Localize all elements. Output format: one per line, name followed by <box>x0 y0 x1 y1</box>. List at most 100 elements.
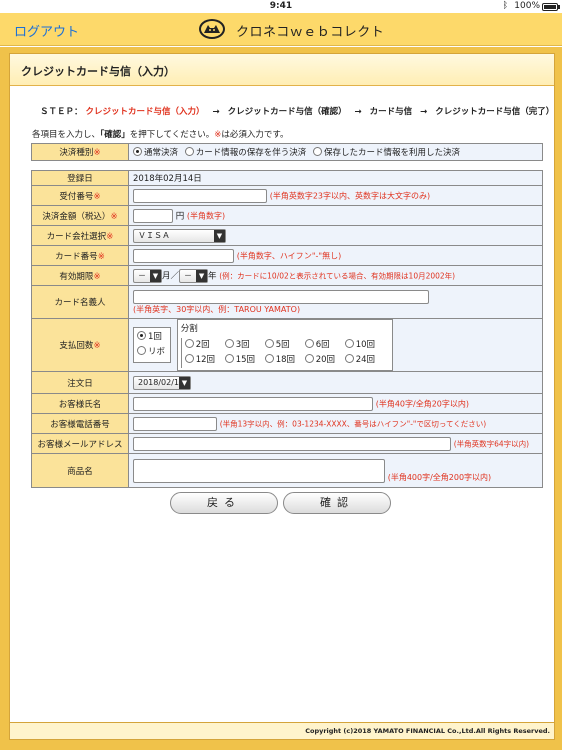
cust-phone-input[interactable] <box>133 416 217 431</box>
installments-24-radio[interactable] <box>344 354 354 363</box>
installments-12-radio[interactable] <box>184 354 194 363</box>
battery-icon <box>542 3 558 11</box>
installments-6-radio[interactable] <box>304 339 314 348</box>
cust-phone-cell: (半角13字以内、例：03-1234-XXXX、番号はハイフン"-"で区切ってく… <box>128 413 543 434</box>
step-arrow: → <box>420 107 428 117</box>
cust-name-note: (半角40字/全角20字以内) <box>375 399 469 408</box>
holder-label: カード名義人 <box>31 285 129 319</box>
step-4: クレジットカード与信（完了） <box>435 107 555 117</box>
back-button[interactable]: 戻る <box>170 492 278 514</box>
card-company-label: カード会社選択※ <box>31 225 129 246</box>
order-date-cell: 2018/02/14 ▼ <box>128 371 543 394</box>
radio-label: 15回 <box>235 355 256 365</box>
payment-type-saved-radio[interactable] <box>312 147 322 156</box>
card-no-cell: (半角数字、ハイフン"-"無し) <box>128 245 543 266</box>
installments-18-radio[interactable] <box>264 354 274 363</box>
receipt-no-cell: (半角英数字23字以内、英数字は大文字のみ) <box>128 185 543 206</box>
radio-label: カード情報の保存を伴う決済 <box>195 148 307 158</box>
required-mark: ※ <box>93 148 101 158</box>
cust-name-input[interactable] <box>133 396 373 411</box>
installments-label: 支払回数※ <box>31 318 129 372</box>
select-value: 2018/02/14 <box>138 377 185 387</box>
radio-label: 3回 <box>235 340 250 350</box>
radio-label: 12回 <box>195 355 216 365</box>
required-mark: ※ <box>106 231 114 242</box>
holder-input[interactable] <box>133 289 429 304</box>
card-no-note: (半角数字、ハイフン"-"無し) <box>236 251 342 260</box>
radio-label: 2回 <box>195 340 210 350</box>
order-date-label: 注文日 <box>31 371 129 394</box>
split-options: 2回 3回 5回 6回 10回 12回 15回 18回 20回 24回 <box>180 338 376 368</box>
receipt-no-note: (半角英数字23字以内、英数字は大文字のみ) <box>269 191 431 200</box>
receipt-no-input[interactable] <box>133 188 267 203</box>
installments-cell: 1回 リボ 分割 2回 3回 5回 6回 10回 12回 15回 18回 20回 24回 <box>128 318 543 372</box>
card-company-select[interactable]: ＶＩＳＡ ▼ <box>133 228 226 243</box>
radio-label: 1回 <box>148 332 162 342</box>
product-textarea[interactable] <box>133 458 385 483</box>
step-arrow: → <box>212 107 220 117</box>
radio-label: 20回 <box>315 355 336 365</box>
receipt-no-label: 受付番号※ <box>31 185 129 206</box>
battery-percent: 100% <box>514 1 540 11</box>
expiry-month-select[interactable]: － ▼ <box>133 268 162 283</box>
logout-button[interactable]: ログアウト <box>14 21 79 40</box>
expiry-note: (例：カードに10/02と表示されている場合、有効期限は10月2002年) <box>219 271 456 280</box>
select-value: － <box>184 270 193 280</box>
page-title-bar: クレジットカード与信（入力） <box>10 54 554 86</box>
holder-note: (半角英字、30字以内、例：TAROU YAMATO) <box>133 304 301 314</box>
amount-note: (半角数字) <box>186 211 226 220</box>
battery-tip <box>558 5 560 9</box>
chevron-down-icon: ▼ <box>214 229 225 242</box>
installments-10-radio[interactable] <box>344 339 354 348</box>
step-2: クレジットカード与信（確認） <box>227 107 347 117</box>
expiry-month-unit: 月／ <box>162 271 180 281</box>
installments-first-box: 1回 リボ <box>133 327 171 363</box>
form-panel: クレジットカード与信（入力） ＳＴＥＰ： クレジットカード与信（入力） → クレ… <box>9 53 555 740</box>
cust-email-input[interactable] <box>133 436 451 451</box>
cust-email-label: お客様メールアドレス <box>31 433 129 454</box>
radio-label: 5回 <box>275 340 290 350</box>
product-cell: (半角400字/全角200字以内) <box>128 453 543 488</box>
payment-type-options: 通常決済 カード情報の保存を伴う決済 保存したカード情報を利用した決済 <box>128 143 543 161</box>
expiry-year-unit: 年 <box>208 271 217 281</box>
chevron-down-icon: ▼ <box>196 269 208 282</box>
app-title: クロネコｗｅｂコレクト <box>236 25 385 40</box>
label-text: 決済種別 <box>59 148 94 158</box>
required-mark: ※ <box>97 251 105 262</box>
radio-label: 10回 <box>355 340 376 350</box>
step-3: カード与信 <box>369 107 413 117</box>
holder-cell: (半角英字、30字以内、例：TAROU YAMATO) <box>128 285 543 319</box>
status-bar: 9:41 ᛒ 100% <box>0 0 562 13</box>
instructions: 各項目を入力し、「確認」を押下してください。※は必須入力です。 <box>32 128 289 140</box>
installments-20-radio[interactable] <box>304 354 314 363</box>
label-text: カード番号 <box>55 251 98 262</box>
card-no-input[interactable] <box>133 248 234 263</box>
page-background: クレジットカード与信（入力） ＳＴＥＰ： クレジットカード与信（入力） → クレ… <box>0 47 562 750</box>
installments-5-radio[interactable] <box>264 339 274 348</box>
footer-copyright: Copyright (c)2018 YAMATO FINANCIAL Co.,L… <box>10 722 554 739</box>
step-label: ＳＴＥＰ： <box>40 107 83 117</box>
required-mark: ※ <box>93 341 101 351</box>
step-arrow: → <box>354 107 362 117</box>
chevron-down-icon: ▼ <box>179 376 190 389</box>
confirm-button[interactable]: 確認 <box>283 492 391 514</box>
installments-3-radio[interactable] <box>224 339 234 348</box>
installments-revo-radio[interactable] <box>137 346 146 355</box>
expiry-year-select[interactable]: － ▼ <box>179 268 209 283</box>
order-date-select[interactable]: 2018/02/14 ▼ <box>133 375 191 390</box>
radio-label: リボ <box>148 347 166 357</box>
expiry-label: 有効期限※ <box>31 265 129 286</box>
required-mark: ※ <box>110 211 118 222</box>
chevron-down-icon: ▼ <box>150 269 161 282</box>
installments-15-radio[interactable] <box>224 354 234 363</box>
installments-1-radio[interactable] <box>137 331 146 340</box>
step-1: クレジットカード与信（入力） <box>85 107 205 117</box>
amount-input[interactable] <box>133 208 173 223</box>
card-no-label: カード番号※ <box>31 245 129 266</box>
instructions-text: 各項目を入力し、 <box>32 130 101 140</box>
payment-type-save-radio[interactable] <box>184 147 194 156</box>
payment-type-normal-radio[interactable] <box>133 147 142 156</box>
installments-2-radio[interactable] <box>184 339 194 348</box>
amount-label: 決済金額（税込）※ <box>31 205 129 226</box>
payment-type-label: 決済種別※ <box>31 143 129 161</box>
